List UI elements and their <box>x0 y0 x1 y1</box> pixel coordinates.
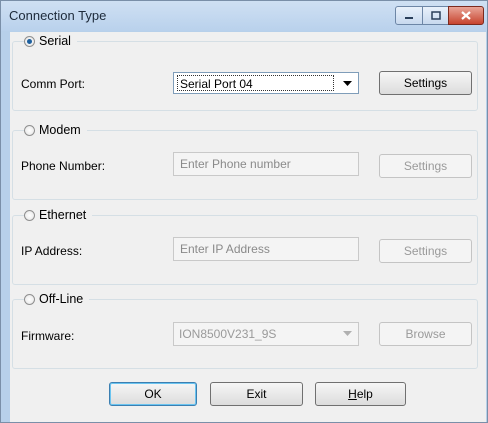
ok-button[interactable]: OK <box>109 382 197 406</box>
offline-radio[interactable]: Off-Line <box>24 292 90 306</box>
dialog-body: Serial Comm Port: Serial Port 04 Setting… <box>10 32 486 422</box>
minimize-button[interactable] <box>395 6 423 25</box>
firmware-value: ION8500V231_9S <box>179 327 277 341</box>
help-mnemonic: H <box>348 387 357 401</box>
modem-radio[interactable]: Modem <box>24 123 87 137</box>
modem-radio-label: Modem <box>39 123 81 137</box>
modem-settings-button[interactable]: Settings <box>379 154 472 178</box>
radio-checked-icon <box>24 35 35 47</box>
ethernet-settings-button[interactable]: Settings <box>379 239 472 263</box>
minimize-icon <box>405 16 413 19</box>
chevron-down-icon[interactable] <box>339 76 355 90</box>
title-bar[interactable]: Connection Type <box>1 1 487 31</box>
help-button[interactable]: Help <box>315 382 406 406</box>
ethernet-radio-label: Ethernet <box>39 208 87 222</box>
radio-unchecked-icon <box>24 209 35 221</box>
serial-radio[interactable]: Serial <box>24 34 77 48</box>
ip-address-field[interactable]: Enter IP Address <box>173 237 359 261</box>
serial-radio-label: Serial <box>39 34 71 48</box>
comm-port-value: Serial Port 04 <box>177 75 334 91</box>
maximize-icon <box>430 11 441 20</box>
radio-unchecked-icon <box>24 293 35 305</box>
serial-settings-button[interactable]: Settings <box>379 71 472 95</box>
help-label: elp <box>356 387 373 401</box>
close-button[interactable] <box>448 6 484 25</box>
offline-radio-label: Off-Line <box>39 292 84 306</box>
chevron-down-icon[interactable] <box>339 326 355 340</box>
maximize-button[interactable] <box>422 6 449 25</box>
phone-number-label: Phone Number: <box>21 159 106 173</box>
ethernet-radio[interactable]: Ethernet <box>24 208 93 222</box>
comm-port-label: Comm Port: <box>21 77 86 91</box>
ip-address-label: IP Address: <box>21 244 83 258</box>
radio-unchecked-icon <box>24 124 35 136</box>
exit-button[interactable]: Exit <box>210 382 303 406</box>
close-icon <box>461 11 471 20</box>
firmware-select[interactable]: ION8500V231_9S <box>173 322 359 346</box>
phone-number-field[interactable]: Enter Phone number <box>173 152 359 176</box>
connection-type-window: Connection Type Serial Comm Port: Serial… <box>0 0 488 423</box>
window-title: Connection Type <box>9 8 107 23</box>
firmware-label: Firmware: <box>21 329 75 343</box>
browse-button[interactable]: Browse <box>379 322 472 346</box>
comm-port-select[interactable]: Serial Port 04 <box>173 72 359 94</box>
